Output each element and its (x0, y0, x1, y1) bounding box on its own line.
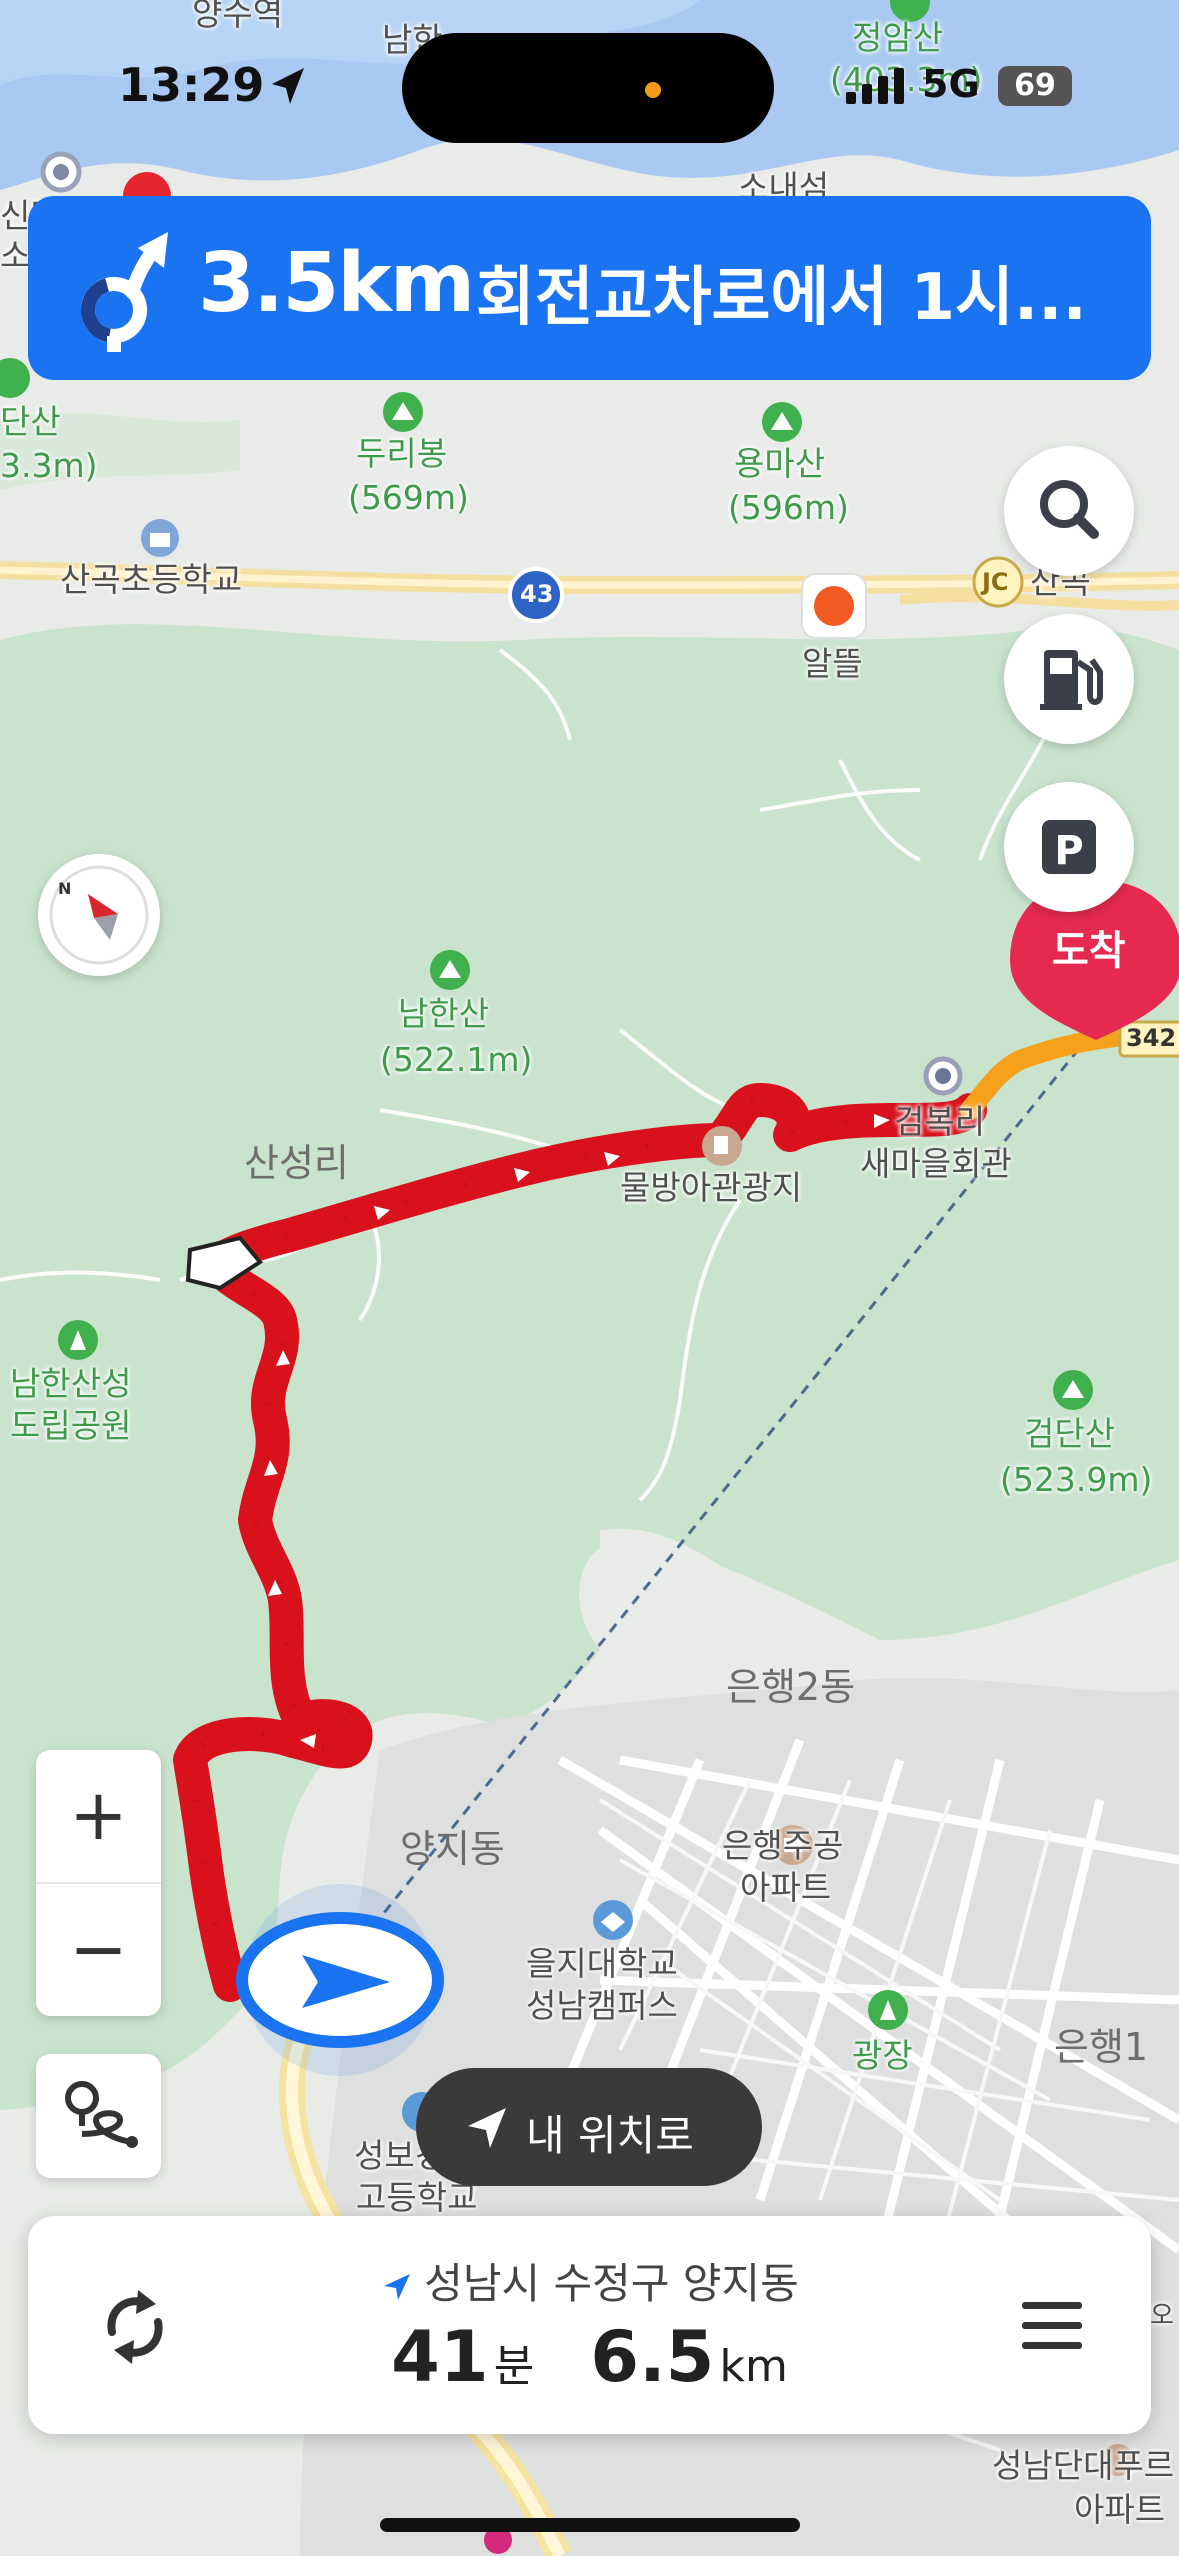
status-time: 13:29 (118, 58, 265, 112)
label-eunhaeng-apt-1: 은행주공 (722, 1826, 844, 1865)
navigation-arrow-icon (384, 2273, 411, 2300)
label-dansan: 단산 (0, 402, 61, 441)
search-icon (1040, 480, 1099, 539)
menu-icon[interactable] (1018, 2296, 1088, 2356)
label-eulji-1: 을지대학교 (526, 1944, 678, 1983)
route-342-shield: 342 (1126, 1024, 1177, 1052)
label-mulbanga: 물방아관광지 (620, 1168, 803, 1207)
gas-station-button[interactable] (1004, 614, 1134, 744)
route-overview-icon (65, 2081, 138, 2148)
label-seongnam-dafu-1: 성남단대푸르 (992, 2446, 1175, 2485)
label-geombokri-2: 새마을회관 (860, 1144, 1012, 1183)
label-geomdansan: 검단산 (1024, 1414, 1116, 1453)
destination-pin-label[interactable]: 도착 (1052, 918, 1126, 976)
label-eunhaeng1: 은행1 (1054, 2025, 1149, 2069)
home-indicator[interactable] (380, 2518, 800, 2532)
remaining-distance: 6.5 (590, 2316, 715, 2398)
route-summary-card[interactable]: 성남시 수정구 양지동 41 분 6.5 km (28, 2216, 1151, 2434)
label-duribong: 두리봉 (356, 434, 448, 473)
label-gwangjang: 광장 (852, 2036, 913, 2075)
label-altteul: 알뜰 (802, 644, 863, 683)
label-seongnam-dafu-2: 아파트 (1074, 2490, 1166, 2529)
label-namhansanseong-1: 남한산성 (10, 1364, 132, 1403)
fuel-pump-icon (1040, 650, 1103, 710)
label-eunhaeng-apt-2: 아파트 (740, 1868, 832, 1907)
cellular-signal-icon (846, 68, 904, 104)
privacy-indicator-dot (645, 82, 661, 98)
remaining-distance-unit: km (719, 2341, 788, 2392)
label-duribong-elev: (569m) (348, 478, 469, 517)
label-yongmasan-elev: (596m) (728, 488, 849, 527)
my-location-button[interactable]: 내 위치로 (416, 2068, 762, 2186)
label-sanseongri: 산성리 (244, 1141, 349, 1185)
eta-minutes: 41 (391, 2316, 489, 2398)
label-jeongamsan: 정암산 (852, 18, 944, 57)
svg-text:N: N (58, 879, 71, 898)
search-button[interactable] (1004, 446, 1134, 576)
label-geombokri-1: 검복리 (894, 1102, 986, 1141)
label-namhansanseong-2: 도립공원 (10, 1406, 132, 1445)
location-arrow-icon (272, 68, 304, 104)
turn-instruction-text: 회전교차로에서 1시... (476, 261, 1087, 335)
location-arrow-icon (468, 2108, 506, 2148)
network-type: 5G (922, 62, 980, 106)
eta-minutes-unit: 분 (493, 2341, 535, 2392)
label-o: 오 (1150, 2301, 1174, 2331)
compass-icon: N (49, 865, 149, 965)
label-yangsu-station: 양수역 (192, 0, 284, 33)
label-dansan-elev: 3.3m) (0, 446, 98, 485)
eta-row: 41 분 6.5 km (28, 2316, 1151, 2398)
svg-text:P: P (1054, 828, 1083, 874)
turn-distance: 3.5km (198, 236, 475, 331)
label-namhansan: 남한산 (398, 994, 490, 1033)
dynamic-island (402, 33, 774, 143)
label-namhansan-elev: (522.1m) (380, 1040, 533, 1079)
parking-button[interactable]: P (1004, 782, 1134, 912)
turn-instruction-banner[interactable]: 3.5km 회전교차로에서 1시... (28, 196, 1151, 380)
label-sangok-school: 산곡초등학교 (60, 560, 243, 599)
zoom-out-button[interactable]: − (36, 1884, 161, 2014)
parking-icon: P (1042, 820, 1096, 874)
my-location-label: 내 위치로 (526, 2111, 694, 2160)
label-eunhaeng2: 은행2동 (726, 1665, 856, 1709)
destination-row: 성남시 수정구 양지동 (28, 2250, 1151, 2311)
label-geomdansan-elev: (523.9m) (1000, 1460, 1153, 1499)
label-yangji: 양지동 (400, 1827, 505, 1871)
zoom-in-button[interactable]: + (36, 1750, 161, 1880)
destination-address: 성남시 수정구 양지동 (424, 2259, 799, 2308)
route-43-shield: 43 (520, 580, 554, 608)
route-overview-button[interactable] (36, 2054, 161, 2178)
label-so: 소 (0, 236, 31, 275)
roundabout-turn-icon (81, 232, 168, 352)
compass-button[interactable]: N (38, 854, 160, 976)
label-yongmasan: 용마산 (734, 444, 826, 483)
battery-indicator: 69 (998, 66, 1072, 106)
zoom-controls: + − (36, 1750, 161, 2016)
label-eulji-2: 성남캠퍼스 (526, 1986, 678, 2025)
battery-level: 69 (1014, 68, 1056, 103)
